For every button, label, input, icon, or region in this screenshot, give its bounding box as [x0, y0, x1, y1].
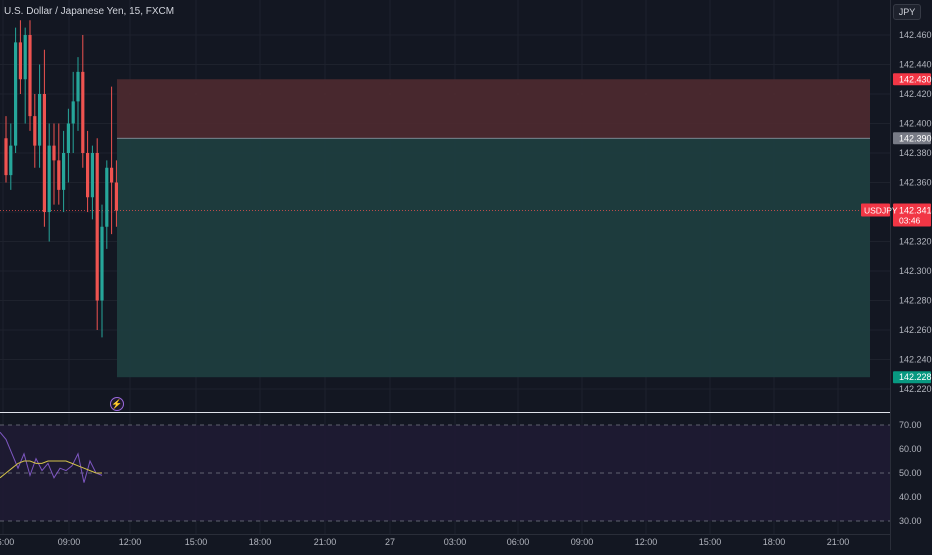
rsi-tick-label: 40.00 — [899, 492, 922, 502]
entry-price-label: 142.390 — [899, 133, 932, 143]
rsi-tick-label: 60.00 — [899, 444, 922, 454]
current-price-label: 142.341 — [899, 206, 932, 216]
time-tick-label: 21:00 — [827, 537, 850, 547]
candle-body — [18, 42, 22, 80]
candle-body — [114, 182, 118, 211]
price-tick-label: 142.300 — [899, 266, 932, 276]
time-tick-label: 06:00 — [0, 537, 14, 547]
stop-loss-price-label: 142.430 — [899, 74, 932, 84]
candle-body — [86, 153, 90, 198]
candle-body — [33, 116, 37, 146]
take-profit-price-label: 142.228 — [899, 372, 932, 382]
candle-body — [47, 145, 51, 212]
candle-body — [105, 167, 109, 227]
candle-body — [110, 167, 114, 183]
rsi-tick-label: 70.00 — [899, 420, 922, 430]
candle-body — [62, 153, 66, 190]
price-tick-label: 142.420 — [899, 89, 932, 99]
price-tick-label: 142.360 — [899, 178, 932, 188]
candle-body — [81, 71, 85, 153]
take-profit-zone[interactable] — [117, 138, 870, 378]
candle-body — [52, 145, 56, 161]
candle-body — [76, 71, 80, 102]
time-tick-label: 12:00 — [119, 537, 142, 547]
time-tick-label: 09:00 — [58, 537, 81, 547]
time-tick-label: 15:00 — [699, 537, 722, 547]
price-tick-label: 142.240 — [899, 355, 932, 365]
symbol-tag: USDJPY — [864, 206, 898, 216]
candle-body — [57, 160, 61, 190]
price-tick-label: 142.440 — [899, 60, 932, 70]
time-tick-label: 06:00 — [507, 537, 530, 547]
pane-separator[interactable] — [0, 412, 890, 413]
candle-body — [4, 138, 8, 176]
candle-body — [38, 94, 42, 146]
candle-body — [66, 123, 70, 153]
candle-body — [23, 35, 27, 80]
stop-loss-zone[interactable] — [117, 79, 870, 139]
price-tick-label: 142.260 — [899, 325, 932, 335]
rsi-tick-label: 50.00 — [899, 468, 922, 478]
price-tick-label: 142.280 — [899, 296, 932, 306]
candle-body — [9, 145, 13, 176]
price-axis-border — [890, 0, 891, 550]
time-tick-label: 03:00 — [444, 537, 467, 547]
rsi-band — [0, 425, 890, 521]
price-tick-label: 142.220 — [899, 384, 932, 394]
chart-canvas[interactable]: 142.460 142.440 142.420 142.400 142.380 142.3… — [0, 0, 932, 550]
lightning-icon[interactable]: ⚡ — [110, 397, 124, 411]
symbol-title[interactable]: U.S. Dollar / Japanese Yen, 15, FXCM — [4, 6, 174, 17]
time-tick-label: 09:00 — [571, 537, 594, 547]
rsi-tick-label: 30.00 — [899, 516, 922, 526]
candle-body — [28, 35, 32, 117]
candle-body — [71, 101, 75, 124]
candle-countdown: 03:46 — [899, 216, 921, 226]
time-tick-label: 12:00 — [635, 537, 658, 547]
candle-body — [14, 42, 18, 146]
candle-body — [42, 94, 46, 212]
candle-body — [100, 226, 104, 301]
candle-body — [90, 153, 94, 198]
price-tick-label: 142.400 — [899, 119, 932, 129]
time-tick-label: 18:00 — [249, 537, 272, 547]
trading-chart[interactable]: 142.460 142.440 142.420 142.400 142.380 142.3… — [0, 0, 932, 550]
time-tick-label: 21:00 — [314, 537, 337, 547]
candle-body — [95, 153, 99, 301]
time-tick-label: 27 — [385, 537, 395, 547]
short-position-tool[interactable] — [117, 79, 870, 378]
time-tick-label: 15:00 — [185, 537, 208, 547]
price-tick-label: 142.320 — [899, 237, 932, 247]
price-tick-label: 142.380 — [899, 148, 932, 158]
time-tick-label: 18:00 — [763, 537, 786, 547]
time-axis-border — [0, 534, 890, 535]
currency-button[interactable]: JPY — [893, 4, 921, 20]
price-tick-label: 142.460 — [899, 30, 932, 40]
